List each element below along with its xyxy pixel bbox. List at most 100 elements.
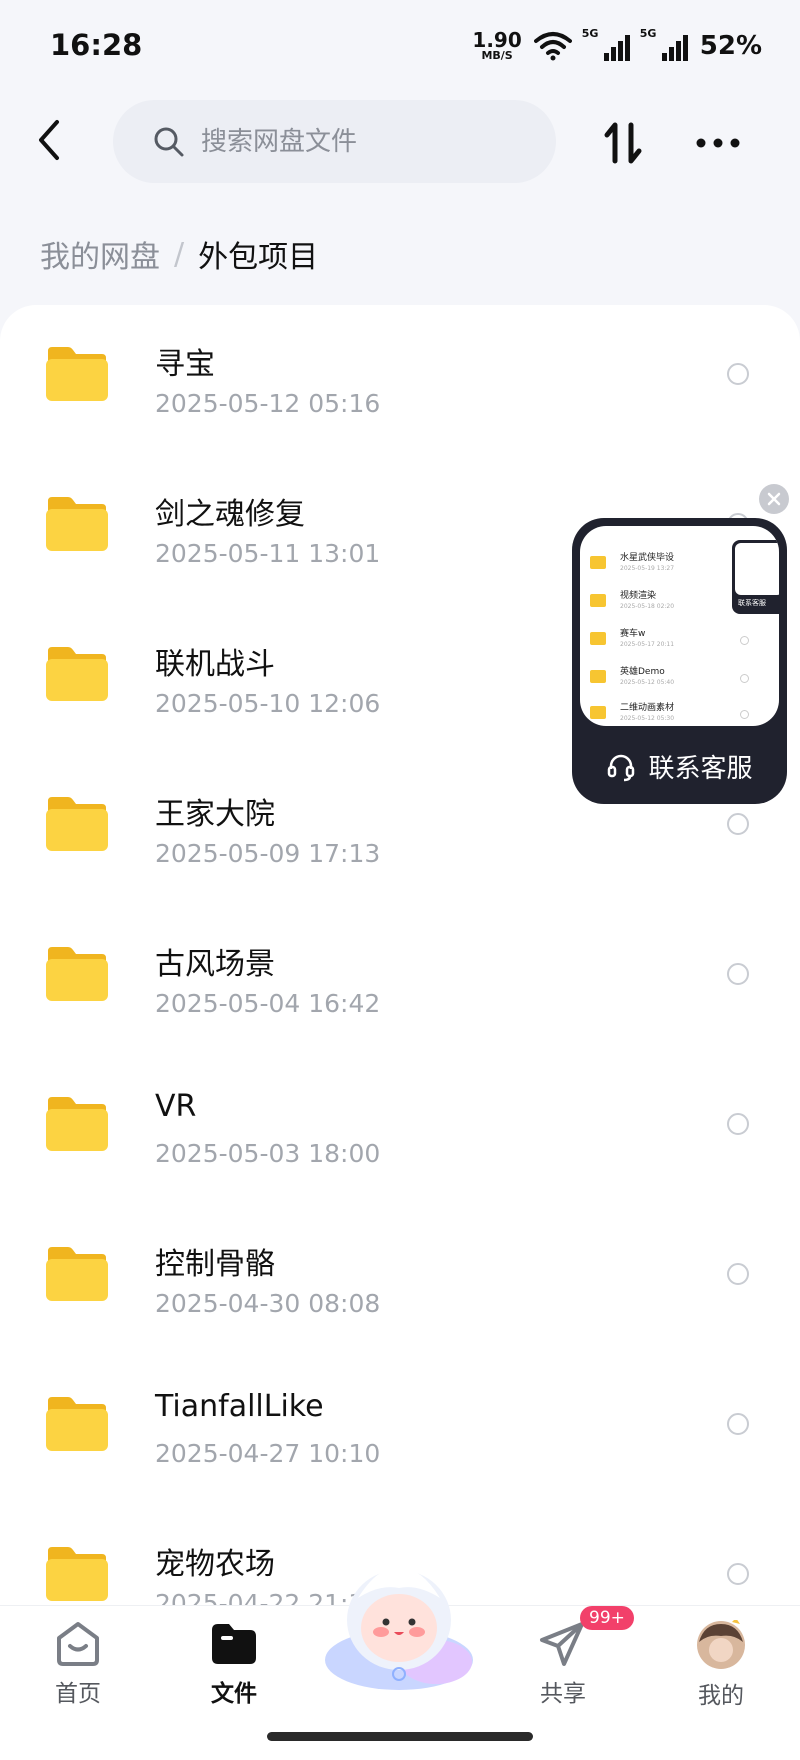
preview-date: 2025-05-19 13:27: [620, 565, 675, 572]
preview-name: 水星武侠毕设: [620, 553, 675, 563]
select-radio[interactable]: [727, 963, 749, 985]
file-date: 2025-04-30 08:08: [155, 1289, 381, 1318]
file-name: 宠物农场: [155, 1547, 275, 1582]
signal-5g-icon-1: 5G: [582, 27, 630, 61]
select-radio[interactable]: [727, 1263, 749, 1285]
preview-radio: [740, 674, 749, 683]
back-arrow-icon: [39, 120, 59, 160]
sort-icon: [604, 122, 642, 164]
select-radio[interactable]: [727, 363, 749, 385]
mascot-assistant-icon[interactable]: [318, 1558, 480, 1694]
folder-icon: [46, 647, 108, 701]
customer-service-label-row: 联系客服: [572, 748, 787, 785]
select-radio[interactable]: [727, 813, 749, 835]
tab-files[interactable]: 文件: [174, 1620, 294, 1708]
floating-close-button[interactable]: [759, 484, 789, 514]
breadcrumb: 我的网盘 / 外包项目: [40, 232, 318, 276]
nested-preview-thumbnail: 联系客服: [732, 540, 779, 614]
file-row[interactable]: TianfallLike 2025-04-27 10:10: [0, 1355, 800, 1505]
select-radio[interactable]: [727, 1563, 749, 1585]
back-button[interactable]: [28, 112, 70, 168]
avatar: [697, 1620, 745, 1669]
folder-icon: [46, 1097, 108, 1151]
breadcrumb-root[interactable]: 我的网盘: [40, 232, 160, 276]
file-row[interactable]: 控制骨骼 2025-04-30 08:08: [0, 1205, 800, 1355]
wifi-icon: [533, 31, 572, 60]
tab-share[interactable]: 共享: [503, 1620, 623, 1708]
net-speed-unit: MB/S: [481, 49, 513, 62]
net-speed: 1.90 MB/S: [472, 30, 521, 61]
breadcrumb-current: 外包项目: [198, 240, 319, 275]
signal-5g-icon-2: 5G: [640, 27, 688, 61]
preview-name: 英雄Demo: [620, 667, 665, 677]
folder-icon: [46, 1247, 108, 1301]
preview-name: 二维动画素材: [620, 703, 675, 713]
customer-service-label: 联系客服: [648, 754, 753, 784]
preview-date: 2025-05-12 05:30: [620, 715, 675, 722]
file-name: 寻宝: [155, 347, 215, 382]
preview-date: 2025-05-18 02:20: [620, 603, 675, 610]
file-name: TianfallLike: [155, 1389, 324, 1424]
file-name: 王家大院: [155, 797, 275, 832]
home-indicator: [267, 1732, 533, 1741]
preview-name: 视频渲染: [620, 591, 657, 601]
folder-icon: [46, 1397, 108, 1451]
tab-files-label: 文件: [211, 1681, 257, 1707]
status-time: 16:28: [50, 28, 143, 62]
more-icon: [696, 138, 740, 148]
file-date: 2025-05-10 12:06: [155, 689, 381, 718]
preview-name: 赛车w: [620, 629, 646, 639]
folder-icon: [590, 706, 606, 719]
home-icon: [57, 1622, 99, 1666]
file-name: 剑之魂修复: [155, 497, 305, 532]
file-row[interactable]: VR 2025-05-03 18:00: [0, 1055, 800, 1205]
battery-level: 52%: [699, 30, 762, 61]
preview-radio: [740, 710, 749, 719]
header: [0, 90, 800, 200]
floating-customer-service-window[interactable]: 水星武侠毕设 2025-05-19 13:27 视频渲染 2025-05-18 …: [572, 518, 787, 804]
file-list: 寻宝 2025-05-12 05:16 剑之魂修复 2025-05-11 13:…: [0, 305, 800, 1605]
search-input[interactable]: [199, 125, 523, 158]
share-notification-badge: 99+: [580, 1606, 634, 1630]
file-name: VR: [155, 1089, 197, 1124]
folder-icon: [46, 797, 108, 851]
share-icon: [540, 1622, 584, 1666]
preview-row: 二维动画素材 2025-05-12 05:30: [590, 700, 770, 726]
file-date: 2025-05-11 13:01: [155, 539, 381, 568]
file-row[interactable]: 古风场景 2025-05-04 16:42: [0, 905, 800, 1055]
folder-icon: [46, 347, 108, 401]
file-name: 古风场景: [155, 947, 275, 982]
tab-home-label: 首页: [55, 1681, 101, 1707]
files-icon: [212, 1624, 256, 1664]
file-row[interactable]: 寻宝 2025-05-12 05:16: [0, 305, 800, 455]
tab-share-label: 共享: [540, 1681, 586, 1707]
status-icons: 1.90 MB/S 5G 5G 52%: [472, 27, 762, 62]
tab-mine-label: 我的: [698, 1683, 744, 1709]
tab-mine[interactable]: 我的: [661, 1620, 781, 1710]
search-icon: [153, 126, 185, 158]
preview-date: 2025-05-12 05:40: [620, 679, 675, 686]
file-name: 联机战斗: [155, 647, 275, 682]
preview-row: 英雄Demo 2025-05-12 05:40: [590, 664, 770, 694]
thumb-label: 联系客服: [738, 599, 766, 607]
folder-icon: [590, 632, 606, 645]
preview-date: 2025-05-17 20:11: [620, 641, 675, 648]
more-button[interactable]: [690, 118, 746, 168]
signal-2-label: 5G: [639, 26, 657, 40]
select-radio[interactable]: [727, 1113, 749, 1135]
folder-icon: [590, 556, 606, 569]
signal-1-label: 5G: [581, 26, 599, 40]
file-date: 2025-05-09 17:13: [155, 839, 381, 868]
sort-button[interactable]: [598, 118, 648, 168]
breadcrumb-separator: /: [174, 236, 185, 272]
select-radio[interactable]: [727, 1413, 749, 1435]
folder-icon: [46, 947, 108, 1001]
tab-home[interactable]: 首页: [18, 1620, 138, 1708]
folder-icon: [46, 1547, 108, 1601]
folder-icon: [590, 594, 606, 607]
file-date: 2025-05-12 05:16: [155, 389, 381, 418]
status-bar: 16:28 1.90 MB/S 5G 5G 52%: [0, 0, 800, 90]
floating-preview: 水星武侠毕设 2025-05-19 13:27 视频渲染 2025-05-18 …: [580, 526, 779, 726]
file-date: 2025-05-03 18:00: [155, 1139, 381, 1168]
search-box[interactable]: [113, 100, 556, 183]
